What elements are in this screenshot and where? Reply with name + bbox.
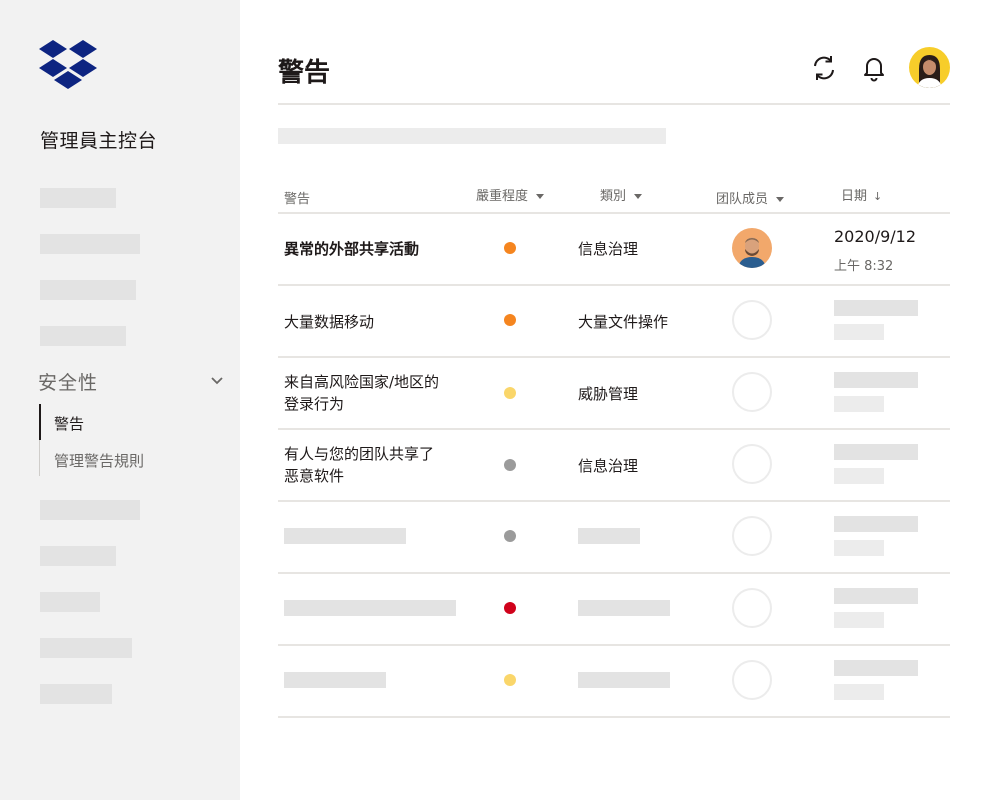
time-placeholder: [834, 324, 884, 340]
team-member-placeholder[interactable]: [732, 372, 772, 412]
alert-name: 有人与您的团队共享了 恶意软件: [284, 443, 474, 487]
date-placeholder: [834, 444, 918, 460]
date-placeholder: [834, 588, 918, 604]
table-row[interactable]: [278, 574, 950, 646]
severity-dot: [504, 674, 516, 686]
refresh-icon[interactable]: [809, 53, 839, 83]
time-placeholder: [834, 684, 884, 700]
time-placeholder: [834, 612, 884, 628]
column-header-team-member[interactable]: 团队成员: [716, 188, 785, 207]
table-row[interactable]: [278, 646, 950, 718]
team-member-placeholder[interactable]: [732, 516, 772, 556]
category-placeholder: [578, 672, 670, 688]
alert-category: 威胁管理: [578, 385, 639, 403]
nav-placeholder[interactable]: [40, 280, 136, 300]
team-member-placeholder[interactable]: [732, 588, 772, 628]
table-row[interactable]: 異常的外部共享活動 信息治理 2020/9/12 上午 8:32: [278, 214, 950, 286]
date-placeholder: [834, 372, 918, 388]
column-header-label: 警告: [284, 192, 311, 207]
severity-dot: [504, 242, 516, 254]
alert-time: 上午 8:32: [834, 259, 894, 274]
nav-placeholder[interactable]: [40, 592, 100, 612]
console-title: 管理員主控台: [40, 130, 158, 152]
nav-placeholder[interactable]: [40, 234, 140, 254]
caret-down-icon: [634, 194, 643, 199]
nav-placeholder[interactable]: [40, 188, 116, 208]
sidebar: 管理員主控台 安全性 警告 管理警告規則: [0, 0, 240, 800]
user-avatar[interactable]: [909, 47, 950, 88]
sidebar-item-manage-alert-rules[interactable]: 管理警告規則: [54, 450, 144, 471]
subnav-active-indicator: [39, 404, 41, 440]
sidebar-item-alerts[interactable]: 警告: [54, 413, 84, 434]
category-placeholder: [578, 600, 670, 616]
table-row[interactable]: 有人与您的团队共享了 恶意软件 信息治理: [278, 430, 950, 502]
time-placeholder: [834, 540, 884, 556]
column-header-label: 日期: [841, 189, 868, 204]
team-member-avatar[interactable]: [732, 228, 772, 268]
team-member-avatar-icon: [732, 228, 772, 268]
alert-name: 異常的外部共享活動: [284, 240, 420, 258]
column-header-label: 類別: [600, 189, 627, 204]
alert-date: 2020/9/12: [834, 227, 917, 246]
sidebar-section-label: 安全性: [38, 372, 99, 394]
column-header-label: 嚴重程度: [476, 189, 529, 204]
column-header-severity[interactable]: 嚴重程度: [476, 185, 545, 204]
nav-placeholder[interactable]: [40, 638, 132, 658]
search-placeholder[interactable]: [278, 128, 666, 144]
nav-placeholder[interactable]: [40, 500, 140, 520]
alert-name-placeholder: [284, 672, 386, 688]
time-placeholder: [834, 396, 884, 412]
date-placeholder: [834, 660, 918, 676]
nav-placeholder[interactable]: [40, 326, 126, 346]
alert-name-line: 登录行为: [284, 395, 345, 413]
category-placeholder: [578, 528, 640, 544]
user-avatar-icon: [909, 47, 950, 88]
column-header-alert[interactable]: 警告: [284, 188, 310, 207]
table-row[interactable]: 来自高风险国家/地区的 登录行为 威胁管理: [278, 358, 950, 430]
alert-name-line: 来自高风险国家/地区的: [284, 373, 440, 391]
team-member-placeholder[interactable]: [732, 660, 772, 700]
arrow-down-icon: ↓: [873, 190, 883, 203]
alert-name-placeholder: [284, 600, 456, 616]
dropbox-logo-icon[interactable]: [38, 38, 98, 90]
severity-dot: [504, 602, 516, 614]
alert-category: 大量文件操作: [578, 313, 669, 331]
severity-dot: [504, 530, 516, 542]
nav-placeholder[interactable]: [40, 684, 112, 704]
alert-category: 信息治理: [578, 457, 639, 475]
bell-icon[interactable]: [859, 53, 889, 83]
alert-name: 大量数据移动: [284, 313, 375, 331]
severity-dot: [504, 387, 516, 399]
column-header-date[interactable]: 日期 ↓: [841, 185, 882, 204]
team-member-placeholder[interactable]: [732, 444, 772, 484]
time-placeholder: [834, 468, 884, 484]
date-placeholder: [834, 516, 918, 532]
severity-dot: [504, 459, 516, 471]
column-header-label: 团队成员: [716, 192, 769, 207]
alert-category: 信息治理: [578, 240, 639, 258]
nav-placeholder[interactable]: [40, 546, 116, 566]
alert-name: 来自高风险国家/地区的 登录行为: [284, 371, 474, 415]
alert-name-line: 恶意软件: [284, 467, 345, 485]
sidebar-section-security[interactable]: 安全性: [38, 368, 228, 394]
table-row[interactable]: [278, 502, 950, 574]
header-divider: [278, 103, 950, 105]
chevron-down-icon: [211, 377, 223, 385]
page-title: 警告: [278, 58, 331, 88]
caret-down-icon: [776, 197, 785, 202]
alert-name-line: 有人与您的团队共享了: [284, 445, 435, 463]
team-member-placeholder[interactable]: [732, 300, 772, 340]
caret-down-icon: [536, 194, 545, 199]
column-header-category[interactable]: 類別: [600, 185, 643, 204]
table-row[interactable]: 大量数据移动 大量文件操作: [278, 286, 950, 358]
alert-name-placeholder: [284, 528, 406, 544]
severity-dot: [504, 314, 516, 326]
date-placeholder: [834, 300, 918, 316]
